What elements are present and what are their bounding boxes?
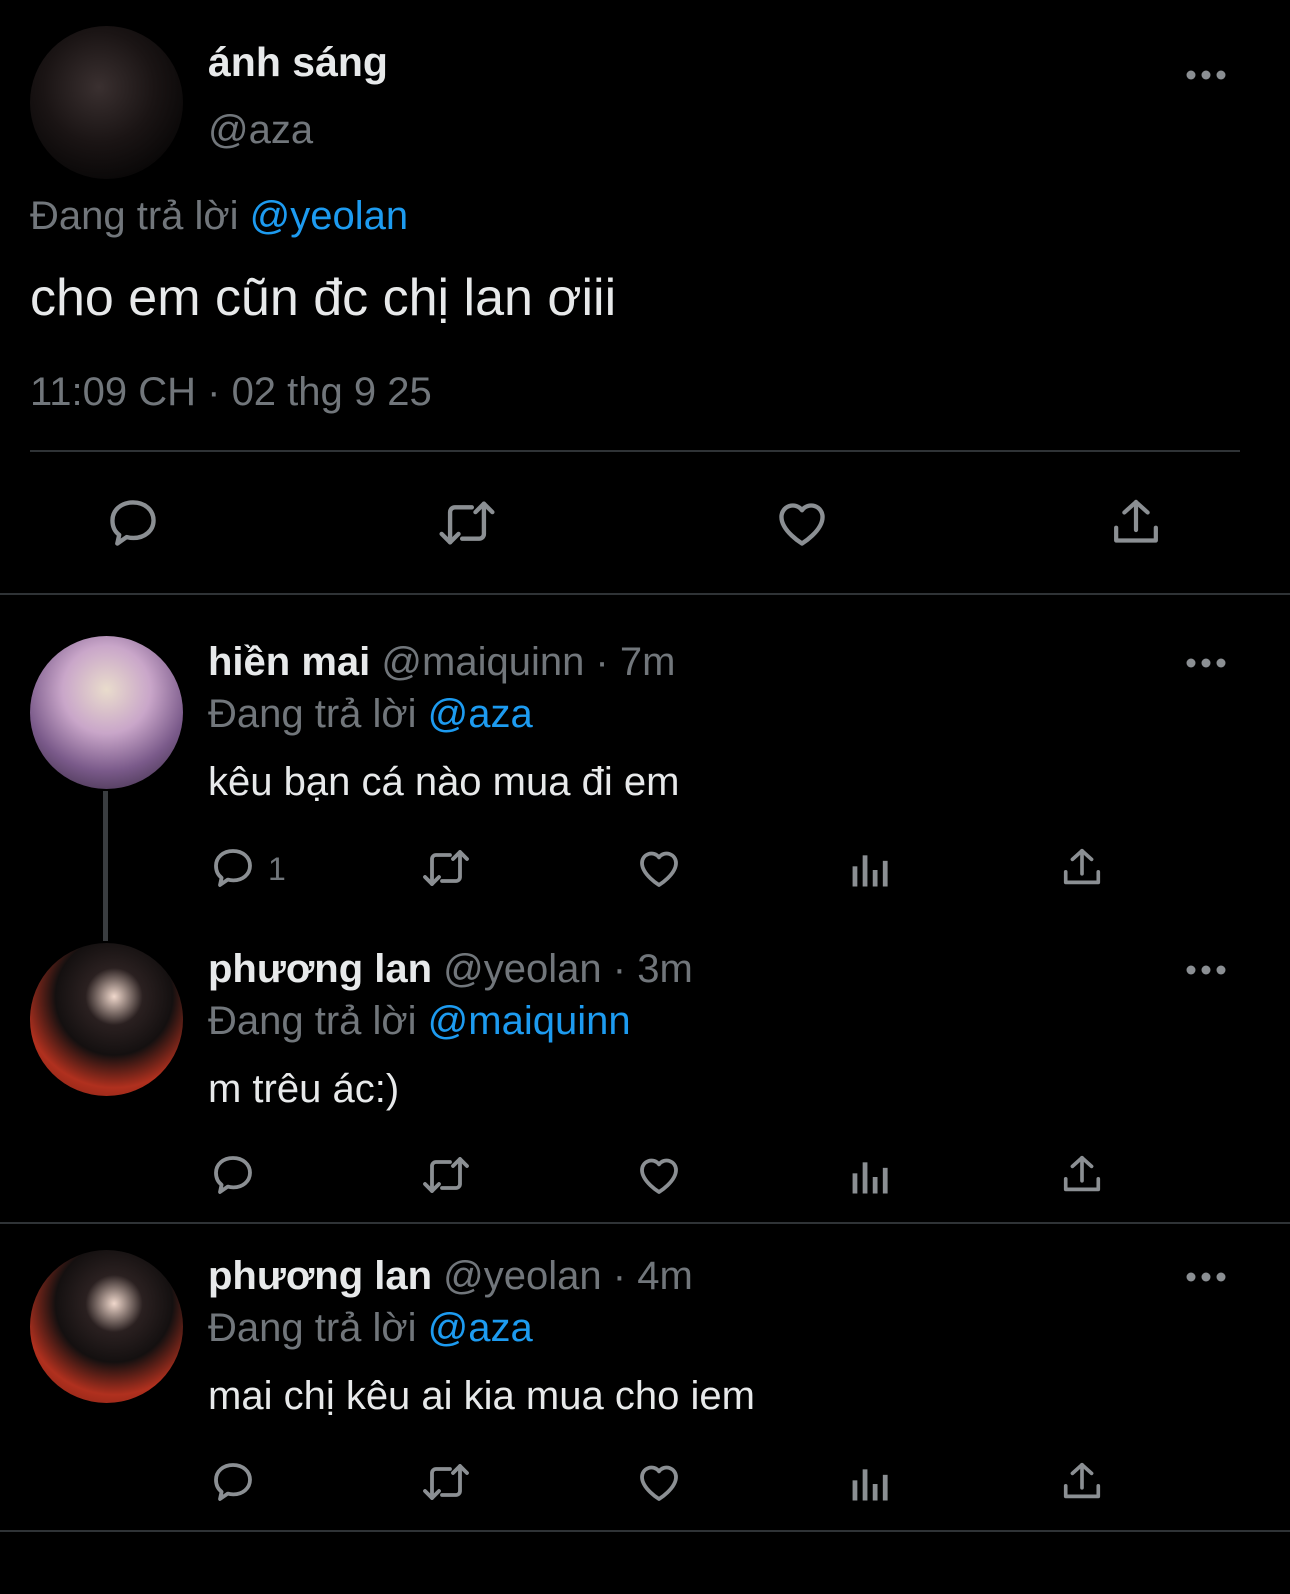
tweet-text: mai chị kêu ai kia mua cho iem: [208, 1374, 755, 1418]
divider: [30, 450, 1240, 452]
handle-time[interactable]: @yeolan · 3m: [443, 947, 693, 991]
retweet-icon[interactable]: [434, 494, 500, 552]
mention-link[interactable]: @maiquinn: [428, 999, 631, 1043]
heart-icon[interactable]: [772, 494, 832, 552]
reply-context: Đang trả lời @yeolan: [30, 192, 408, 240]
more-icon[interactable]: [1186, 1270, 1226, 1284]
mention-link[interactable]: @yeolan: [250, 194, 408, 238]
share-icon[interactable]: [1059, 1458, 1105, 1506]
mention-link[interactable]: @aza: [428, 692, 533, 736]
reply-prefix: Đang trả lời: [208, 1306, 417, 1350]
reply-context: Đang trả lời @aza: [208, 690, 533, 738]
avatar[interactable]: [30, 26, 183, 179]
display-name[interactable]: phương lan: [208, 1254, 432, 1298]
reply-context: Đang trả lời @aza: [208, 1304, 533, 1352]
avatar[interactable]: [30, 943, 183, 1096]
heart-icon[interactable]: [634, 1151, 684, 1199]
tweet-header: phương lan @yeolan · 4m: [208, 1252, 693, 1300]
heart-icon[interactable]: [634, 844, 684, 892]
reply-prefix: Đang trả lời: [30, 194, 239, 238]
display-name[interactable]: ánh sáng: [208, 38, 388, 86]
tweet-text: cho em cũn đc chị lan ơiii: [30, 269, 617, 327]
reply-icon[interactable]: [209, 1458, 257, 1506]
share-icon[interactable]: [1059, 1151, 1105, 1199]
reply-icon[interactable]: [209, 844, 257, 892]
tweet-text: m trêu ác:): [208, 1067, 400, 1111]
analytics-icon[interactable]: [848, 848, 892, 892]
section-divider: [0, 593, 1290, 595]
more-icon[interactable]: [1186, 656, 1226, 670]
retweet-icon[interactable]: [418, 1458, 474, 1506]
handle-time[interactable]: @maiquinn · 7m: [381, 640, 675, 684]
reply-icon[interactable]: [209, 1151, 257, 1199]
handle-time[interactable]: @yeolan · 4m: [443, 1254, 693, 1298]
tweet-header: phương lan @yeolan · 3m: [208, 945, 693, 993]
more-icon[interactable]: [1186, 963, 1226, 977]
display-name[interactable]: hiền mai: [208, 640, 370, 684]
analytics-icon[interactable]: [848, 1462, 892, 1506]
tweet-header: hiền mai @maiquinn · 7m: [208, 638, 675, 686]
avatar[interactable]: [30, 1250, 183, 1403]
display-name[interactable]: phương lan: [208, 947, 432, 991]
user-handle[interactable]: @aza: [208, 106, 313, 154]
reply-prefix: Đang trả lời: [208, 999, 417, 1043]
reply-count: 1: [268, 851, 286, 887]
mention-link[interactable]: @aza: [428, 1306, 533, 1350]
section-divider: [0, 1530, 1290, 1532]
timestamp[interactable]: 11:09 CH · 02 thg 9 25: [30, 368, 432, 416]
tweet-text: kêu bạn cá nào mua đi em: [208, 760, 680, 804]
heart-icon[interactable]: [634, 1458, 684, 1506]
reply-prefix: Đang trả lời: [208, 692, 417, 736]
analytics-icon[interactable]: [848, 1155, 892, 1199]
reply-context: Đang trả lời @maiquinn: [208, 997, 631, 1045]
share-icon[interactable]: [1059, 844, 1105, 892]
retweet-icon[interactable]: [418, 844, 474, 892]
avatar[interactable]: [30, 636, 183, 789]
share-icon[interactable]: [1108, 494, 1164, 552]
section-divider: [0, 1222, 1290, 1224]
retweet-icon[interactable]: [418, 1151, 474, 1199]
more-icon[interactable]: [1186, 68, 1226, 82]
thread-line: [103, 791, 108, 941]
reply-icon[interactable]: [104, 494, 162, 552]
